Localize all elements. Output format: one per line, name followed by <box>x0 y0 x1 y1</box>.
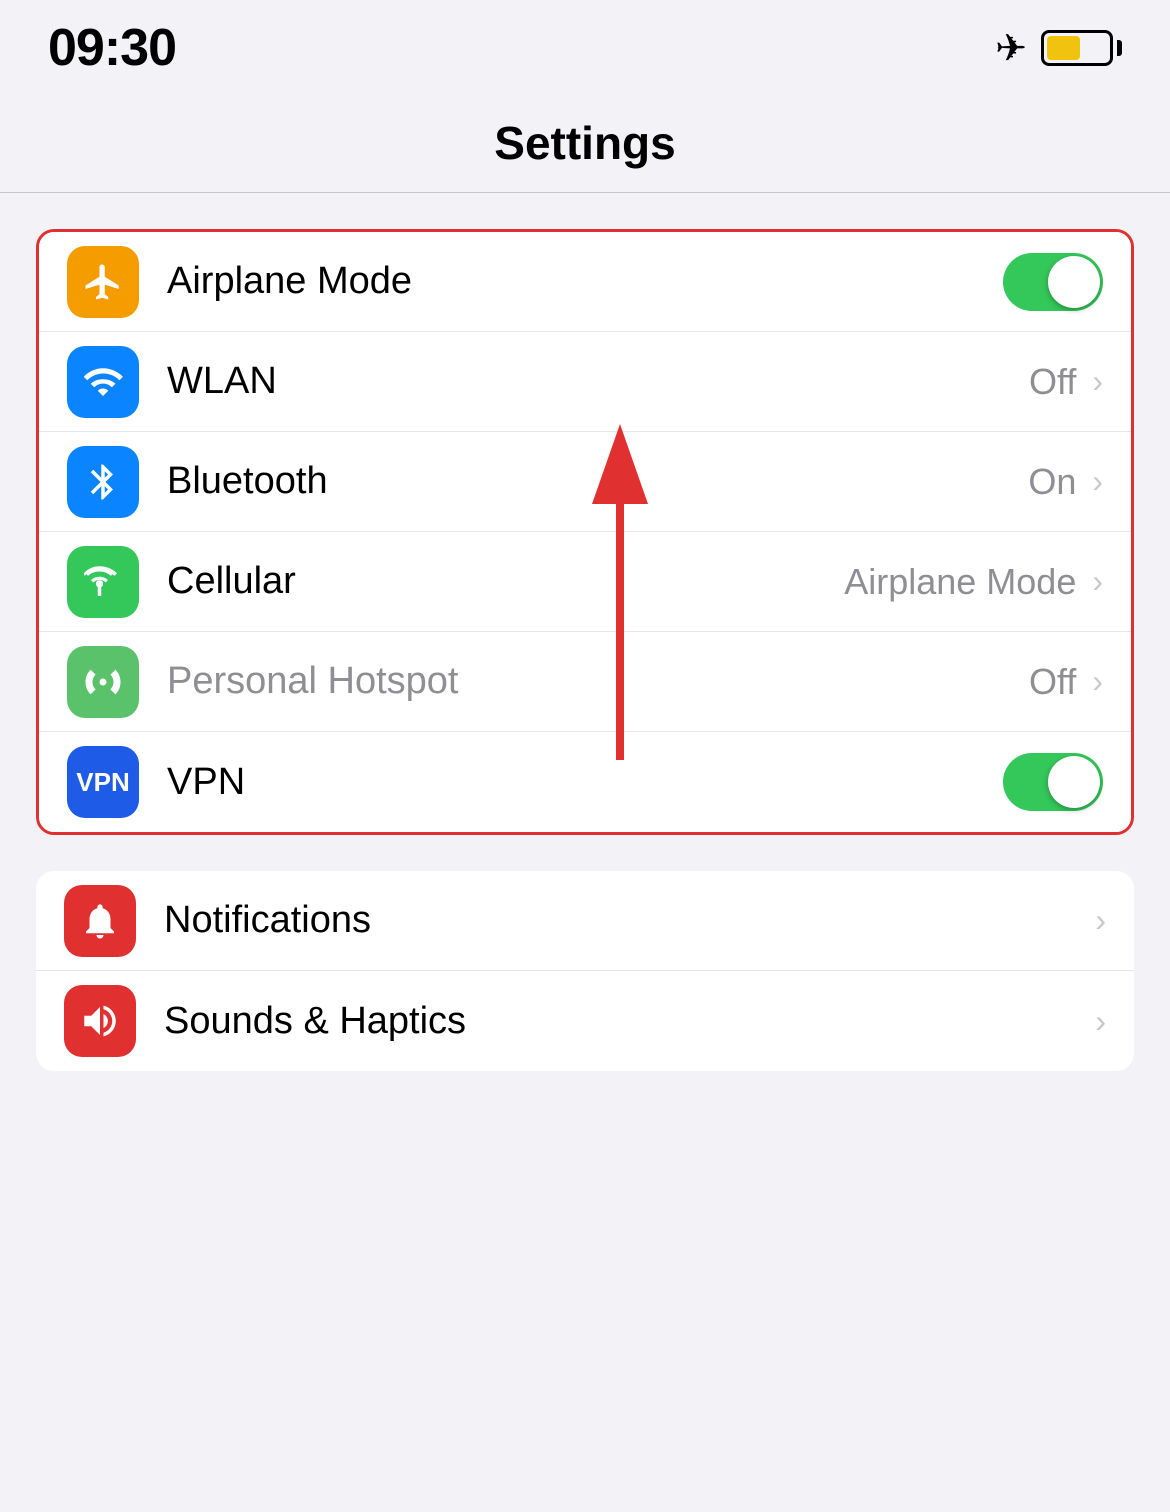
notifications-label: Notifications <box>164 899 1091 942</box>
sounds-haptics-icon <box>64 985 136 1057</box>
status-bar: 09:30 ✈ <box>0 0 1170 88</box>
settings-group-system: Notifications › Sounds & Haptics › <box>36 871 1134 1071</box>
settings-row-airplane-mode[interactable]: Airplane Mode <box>39 232 1131 332</box>
settings-row-notifications[interactable]: Notifications › <box>36 871 1134 971</box>
cellular-value: Airplane Mode <box>844 561 1076 603</box>
settings-row-personal-hotspot[interactable]: Personal Hotspot Off › <box>39 632 1131 732</box>
wlan-value: Off <box>1029 361 1076 403</box>
settings-group-connectivity: Airplane Mode WLAN Off › Bluetooth On › <box>36 229 1134 835</box>
bluetooth-icon <box>67 446 139 518</box>
wlan-chevron: › <box>1092 363 1103 400</box>
settings-row-sounds-haptics[interactable]: Sounds & Haptics › <box>36 971 1134 1071</box>
personal-hotspot-chevron: › <box>1092 663 1103 700</box>
status-time: 09:30 <box>48 18 176 78</box>
page-title: Settings <box>0 116 1170 170</box>
vpn-text-label: VPN <box>76 767 129 798</box>
bluetooth-label: Bluetooth <box>167 460 1028 503</box>
airplane-mode-label: Airplane Mode <box>167 260 1003 303</box>
sounds-haptics-label: Sounds & Haptics <box>164 1000 1091 1043</box>
personal-hotspot-label: Personal Hotspot <box>167 660 1029 703</box>
vpn-icon: VPN <box>67 746 139 818</box>
status-icons: ✈ <box>995 26 1122 71</box>
settings-row-cellular[interactable]: Cellular Airplane Mode › <box>39 532 1131 632</box>
settings-row-bluetooth[interactable]: Bluetooth On › <box>39 432 1131 532</box>
airplane-mode-toggle[interactable] <box>1003 253 1103 311</box>
vpn-toggle-knob <box>1048 756 1100 808</box>
airplane-mode-icon <box>67 246 139 318</box>
personal-hotspot-icon <box>67 646 139 718</box>
airplane-mode-toggle-knob <box>1048 256 1100 308</box>
settings-row-wlan[interactable]: WLAN Off › <box>39 332 1131 432</box>
battery-tip <box>1117 40 1122 56</box>
battery-indicator <box>1041 30 1122 66</box>
vpn-label: VPN <box>167 761 1003 804</box>
sounds-haptics-chevron: › <box>1095 1003 1106 1040</box>
notifications-icon <box>64 885 136 957</box>
bluetooth-chevron: › <box>1092 463 1103 500</box>
notifications-chevron: › <box>1095 902 1106 939</box>
cellular-icon <box>67 546 139 618</box>
page-title-container: Settings <box>0 88 1170 193</box>
wlan-icon <box>67 346 139 418</box>
battery-fill <box>1047 36 1080 60</box>
battery-body <box>1041 30 1113 66</box>
bluetooth-value: On <box>1028 461 1076 503</box>
airplane-mode-status-icon: ✈ <box>995 26 1027 71</box>
vpn-toggle[interactable] <box>1003 753 1103 811</box>
cellular-label: Cellular <box>167 560 844 603</box>
personal-hotspot-value: Off <box>1029 661 1076 703</box>
wlan-label: WLAN <box>167 360 1029 403</box>
settings-row-vpn[interactable]: VPN VPN <box>39 732 1131 832</box>
cellular-chevron: › <box>1092 563 1103 600</box>
